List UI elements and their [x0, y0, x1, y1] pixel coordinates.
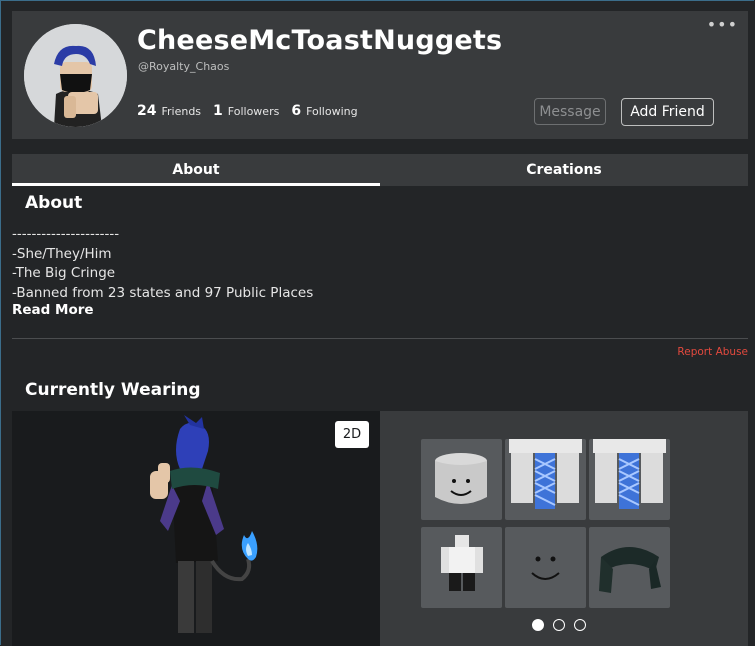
following-label: Following [306, 105, 358, 118]
currently-wearing-heading: Currently Wearing [25, 380, 201, 400]
tab-creations[interactable]: Creations [380, 154, 748, 186]
item-tile[interactable] [421, 527, 502, 608]
followers-count: 1 [213, 103, 223, 119]
item-tile[interactable] [589, 439, 670, 520]
view-2d-toggle-button[interactable]: 2D [335, 421, 369, 448]
item-tile[interactable] [589, 527, 670, 608]
description-line: ---------------------- [12, 226, 120, 242]
scarf-icon [599, 547, 661, 593]
hat-head-icon [435, 453, 487, 504]
description-line: -She/They/Him [12, 245, 112, 262]
page-dot[interactable] [574, 619, 586, 631]
item-tile[interactable] [421, 439, 502, 520]
read-more-link[interactable]: Read More [12, 302, 94, 318]
pants-left-icon [509, 439, 582, 509]
item-pagination [532, 619, 586, 631]
profile-tabs: About Creations [12, 154, 748, 186]
avatar-headshot [24, 24, 127, 127]
following-count: 6 [291, 103, 302, 119]
description-line: -The Big Cringe [12, 265, 116, 281]
avatar-figure [150, 415, 258, 633]
display-name: CheeseMcToastNuggets [137, 25, 503, 56]
followers-label: Followers [227, 105, 280, 118]
social-stats: 24 Friends 1 Followers 6 Following [137, 103, 358, 119]
username-handle: @Royalty_Chaos [138, 60, 230, 73]
about-description: ---------------------- -She/They/Him -Th… [12, 225, 313, 303]
tab-about[interactable]: About [12, 154, 380, 186]
avatar-3d-viewer[interactable]: 2D [12, 411, 380, 646]
page-dot[interactable] [553, 619, 565, 631]
item-tile[interactable] [505, 527, 586, 608]
section-divider [12, 338, 748, 339]
about-heading: About [25, 193, 83, 213]
item-tile[interactable] [505, 439, 586, 520]
friends-count: 24 [137, 103, 157, 119]
smile-face-icon [531, 556, 560, 580]
friends-stat[interactable]: 24 Friends [137, 103, 201, 119]
description-line: -Banned from 23 states and 97 Public Pla… [12, 284, 314, 301]
pants-right-icon [593, 439, 666, 509]
wearing-items-panel [380, 411, 748, 646]
page-dot-active[interactable] [532, 619, 544, 631]
torso-figure-icon [441, 535, 483, 591]
profile-header: CheeseMcToastNuggets @Royalty_Chaos 24 F… [12, 11, 748, 139]
add-friend-button[interactable]: Add Friend [621, 98, 714, 126]
message-button[interactable]: Message [534, 98, 606, 125]
following-stat[interactable]: 6 Following [291, 103, 357, 119]
more-dots-icon[interactable]: ••• [707, 15, 738, 34]
report-abuse-link[interactable]: Report Abuse [677, 346, 748, 358]
friends-label: Friends [161, 105, 202, 118]
followers-stat[interactable]: 1 Followers [213, 103, 279, 119]
